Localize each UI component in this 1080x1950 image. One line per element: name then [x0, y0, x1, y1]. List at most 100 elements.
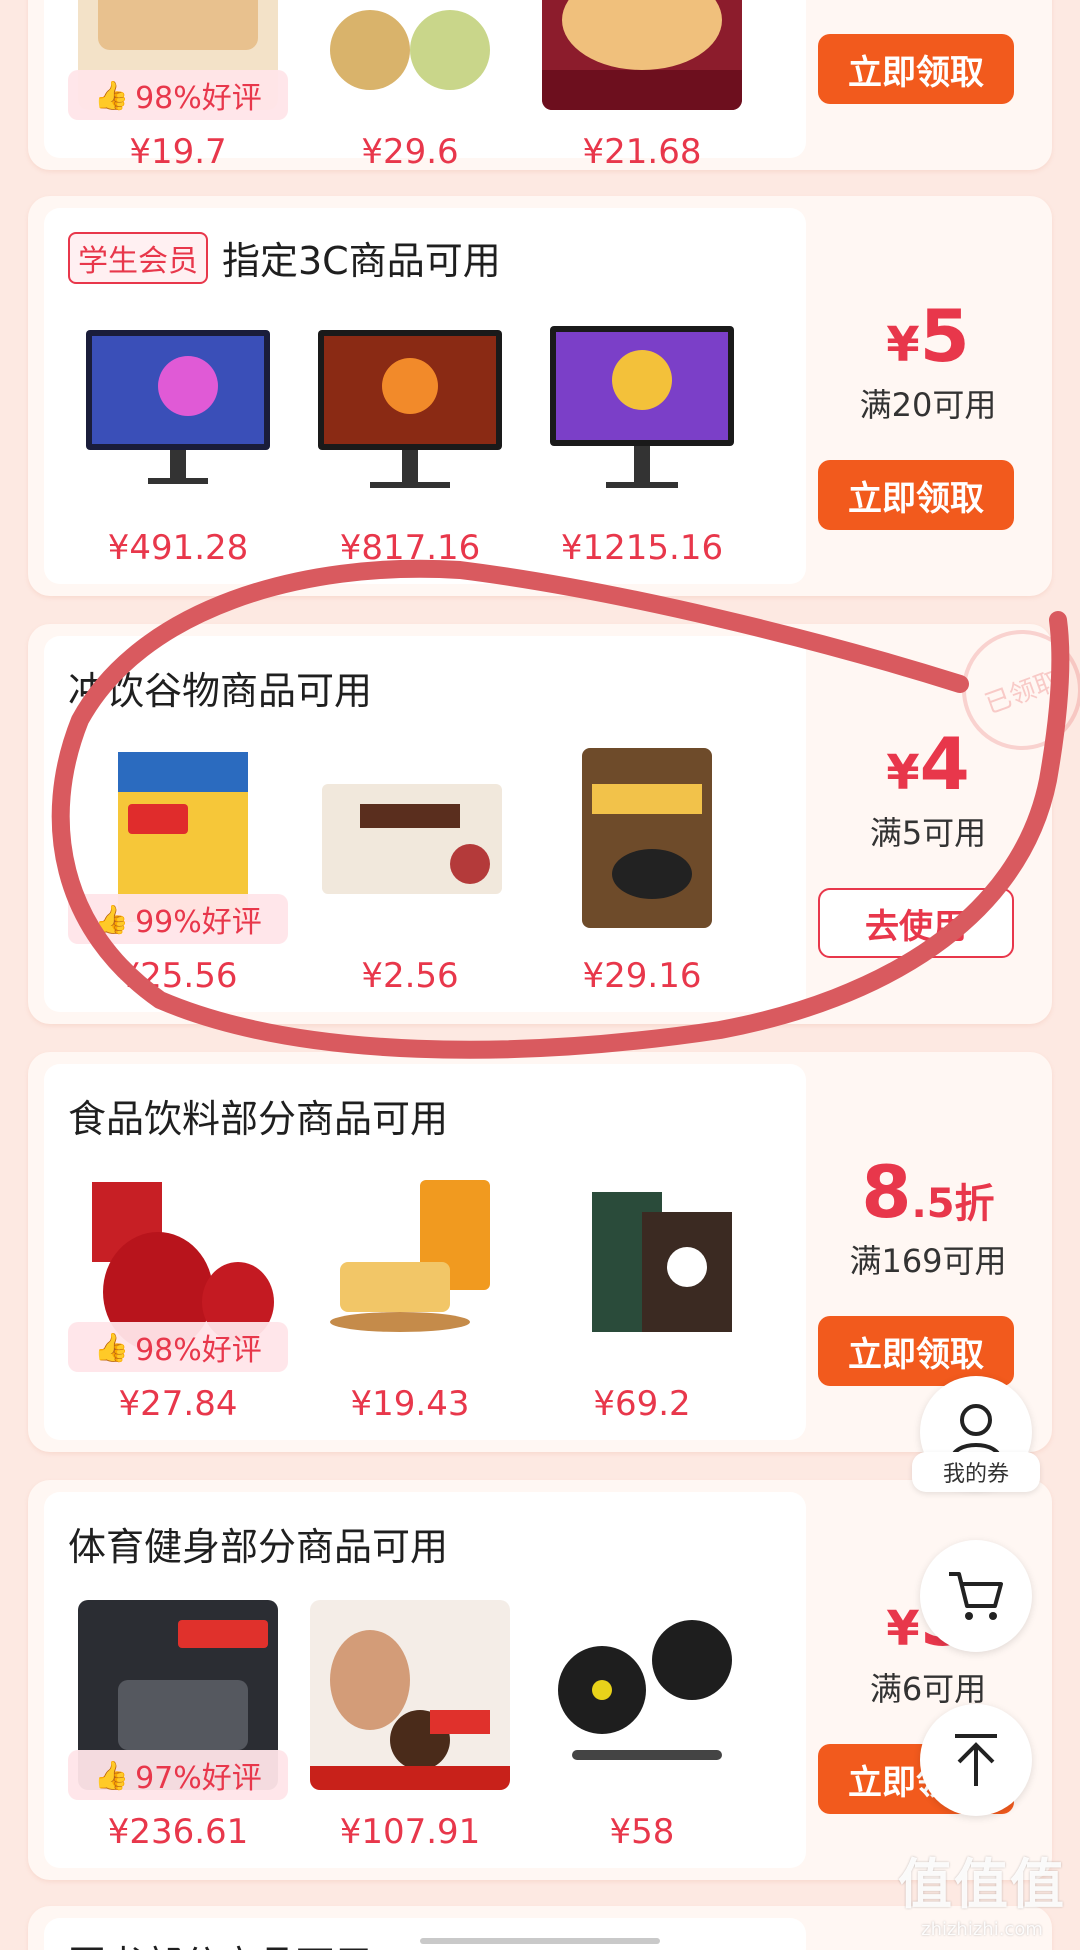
- product-item[interactable]: ¥817.16: [300, 316, 520, 568]
- my-coupons-label: 我的券: [912, 1452, 1040, 1492]
- monitor-product-image: [542, 316, 742, 506]
- product-item[interactable]: ¥29.6: [300, 0, 520, 172]
- product-item[interactable]: ¥69.2: [532, 1172, 752, 1424]
- claim-coupon-button[interactable]: 立即领取: [818, 460, 1014, 530]
- product-row: ¥491.28 ¥817.16 ¥1215.16: [68, 316, 788, 568]
- product-price: ¥236.61: [107, 1812, 249, 1852]
- card-notch: [1060, 1238, 1080, 1264]
- ab-roller-product-image: [310, 1600, 510, 1790]
- card-title-text: 冲饮谷物商品可用: [68, 669, 373, 713]
- coupon-card-3c: 学生会员 指定3C商品可用 ¥491.28 ¥817.16 ¥1215.16 ¥…: [28, 196, 1080, 596]
- coupon-amount: 8.5折: [818, 1156, 1038, 1228]
- claim-coupon-button[interactable]: 立即领取: [818, 34, 1014, 104]
- product-price: ¥491.28: [107, 528, 249, 568]
- card-title-text: 食品饮料部分商品可用: [68, 1097, 449, 1141]
- rating-text: 98%好评: [135, 1333, 262, 1368]
- coupon-condition: 满20可用: [859, 386, 997, 424]
- monitor-product-image: [310, 316, 510, 506]
- cart-icon: [949, 1572, 1003, 1620]
- card-title-text: 指定3C商品可用: [222, 239, 501, 283]
- currency-symbol: ¥: [886, 1601, 920, 1657]
- coupon-value: ¥5 满20可用: [818, 300, 1038, 426]
- coupon-card-food: 食品饮料部分商品可用 👍 98%好评 ¥27.84 ¥19.43 ¥69.2 8…: [28, 1052, 1080, 1452]
- product-price: ¥27.84: [118, 1384, 238, 1424]
- dumbbell-product-image: [542, 1600, 742, 1790]
- product-item[interactable]: ¥491.28: [68, 316, 288, 568]
- coupon-card-bakery: 👍 98%好评 ¥19.7 ¥29.6 ¥21.68 立即领取: [28, 0, 1052, 172]
- student-member-tag: 学生会员: [68, 231, 208, 284]
- card-notch: [1060, 382, 1080, 408]
- product-row: 👍 98%好评 ¥19.7 ¥29.6 ¥21.68: [68, 0, 788, 172]
- card-title: 体育健身部分商品可用: [68, 1516, 448, 1571]
- product-item[interactable]: ¥58: [532, 1600, 752, 1852]
- coupon-value: 8.5折 满169可用: [818, 1156, 1038, 1282]
- product-price: ¥25.56: [118, 956, 238, 996]
- product-item[interactable]: ¥107.91: [300, 1600, 520, 1852]
- coupon-condition: 满5可用: [869, 814, 987, 852]
- product-price: ¥69.2: [593, 1384, 691, 1424]
- product-row: 👍 99%好评 ¥25.56 ¥2.56 ¥29.16: [68, 744, 788, 996]
- product-item[interactable]: ¥29.16: [532, 744, 752, 996]
- rating-badge: 👍 98%好评: [68, 1322, 288, 1372]
- card-title: 图书部分商品可用: [68, 1934, 372, 1950]
- coupon-card-drinks: 已领取 冲饮谷物商品可用 👍 99%好评 ¥25.56 ¥2.56 ¥29.16…: [28, 613, 1080, 1024]
- scroll-indicator: [420, 1938, 660, 1944]
- monitor-product-image: [78, 316, 278, 506]
- card-title: 冲饮谷物商品可用: [68, 660, 372, 715]
- product-row: 👍 97%好评 ¥236.61 ¥107.91 ¥58: [68, 1600, 788, 1852]
- product-item[interactable]: ¥19.43: [300, 1172, 520, 1424]
- currency-symbol: ¥: [886, 745, 920, 801]
- cart-button[interactable]: [920, 1540, 1032, 1652]
- rating-badge: 👍 98%好评: [68, 70, 288, 120]
- use-coupon-button[interactable]: 去使用: [818, 888, 1014, 958]
- rating-badge: 👍 99%好评: [68, 894, 288, 944]
- product-price: ¥1215.16: [560, 528, 724, 568]
- product-price: ¥29.16: [582, 956, 702, 996]
- product-price: ¥817.16: [339, 528, 481, 568]
- product-price: ¥21.68: [582, 132, 702, 172]
- coupon-condition: 满169可用: [849, 1242, 1007, 1280]
- watermark-sub-text: zhizhizhi.com: [921, 1919, 1043, 1940]
- product-item[interactable]: ¥21.68: [532, 0, 752, 172]
- card-title-text: 体育健身部分商品可用: [68, 1525, 449, 1569]
- product-price: ¥19.43: [350, 1384, 470, 1424]
- coupon-amount: ¥5: [818, 300, 1038, 372]
- rating-badge: 👍 97%好评: [68, 1750, 288, 1800]
- product-price: ¥19.7: [129, 132, 227, 172]
- coupon-amount-number: 5: [919, 294, 970, 378]
- oat-box-product-image: [310, 744, 510, 934]
- back-to-top-button[interactable]: [920, 1704, 1032, 1816]
- rice-cake-product-image: [310, 1172, 510, 1362]
- product-item[interactable]: ¥2.56: [300, 744, 520, 996]
- rating-text: 98%好评: [135, 81, 262, 116]
- back-to-top-icon: [955, 1734, 997, 1786]
- coupon-amount: ¥4: [818, 728, 1038, 800]
- thumbs-up-icon: 👍: [94, 78, 130, 112]
- coupon-value: ¥4 满5可用: [818, 728, 1038, 854]
- product-item[interactable]: 👍 97%好评 ¥236.61: [68, 1600, 288, 1852]
- product-item[interactable]: 👍 99%好评 ¥25.56: [68, 744, 288, 996]
- cookies-product-image: [310, 0, 510, 110]
- pastry-product-image: [542, 0, 742, 110]
- claim-coupon-button[interactable]: 立即领取: [818, 1316, 1014, 1386]
- card-notch: [1060, 1666, 1080, 1692]
- coffee-product-image: [542, 1172, 742, 1362]
- site-watermark: 值值值 zhizhizhi.com: [898, 1840, 1066, 1940]
- product-item[interactable]: ¥1215.16: [532, 316, 752, 568]
- watermark-main-text: 值值值: [898, 1853, 1066, 1916]
- card-title-text: 图书部分商品可用: [68, 1934, 372, 1950]
- product-price: ¥58: [609, 1812, 675, 1852]
- product-item[interactable]: 👍 98%好评 ¥19.7: [68, 0, 288, 172]
- coupon-condition: 满6可用: [869, 1670, 987, 1708]
- card-notch: [1060, 810, 1080, 836]
- product-price: ¥2.56: [361, 956, 459, 996]
- coupon-card-sports: 体育健身部分商品可用 👍 97%好评 ¥236.61 ¥107.91 ¥58 ¥…: [28, 1480, 1080, 1880]
- card-title: 学生会员 指定3C商品可用: [68, 230, 501, 285]
- product-price: ¥29.6: [361, 132, 459, 172]
- thumbs-up-icon: 👍: [94, 902, 130, 936]
- card-title: 食品饮料部分商品可用: [68, 1088, 448, 1143]
- coupon-center-page: 👍 98%好评 ¥19.7 ¥29.6 ¥21.68 立即领取 学生会员 指定3…: [0, 0, 1080, 1950]
- product-item[interactable]: 👍 98%好评 ¥27.84: [68, 1172, 288, 1424]
- coupon-amount-number: 8: [861, 1150, 912, 1234]
- sesame-bag-product-image: [542, 744, 742, 934]
